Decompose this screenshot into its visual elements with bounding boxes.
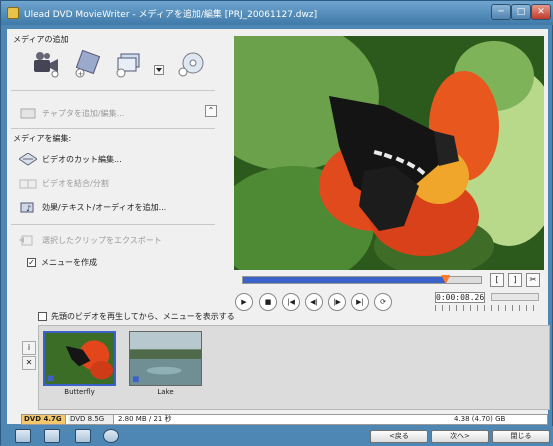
export-label: 選択したクリップをエクスポート	[42, 235, 162, 245]
svg-text:♪: ♪	[26, 204, 31, 213]
remove-button[interactable]: ✕	[22, 356, 36, 370]
edit-media-label: メディアを編集:	[13, 134, 72, 143]
add-edit-chapter-button[interactable]: チャプタを追加/編集...	[19, 105, 219, 121]
stop-button[interactable]: ■	[259, 293, 277, 311]
merge-split-icon	[19, 179, 37, 188]
go-to-start-button[interactable]: |◀	[282, 293, 300, 311]
previous-frame-button[interactable]: ◀|	[305, 293, 323, 311]
add-effects-button[interactable]: ♪ 効果/テキスト/オーディオを追加...	[19, 199, 219, 215]
clip-thumbnail-lake[interactable]	[129, 331, 202, 386]
play-first-checkbox[interactable]	[38, 311, 47, 321]
maximize-button[interactable]: □	[511, 4, 531, 20]
clip-label: Butterfly	[64, 388, 95, 396]
minimize-button[interactable]: ─	[491, 4, 511, 20]
import-disc-icon[interactable]	[176, 50, 206, 78]
effects-icon: ♪	[20, 202, 34, 213]
scissors-icon[interactable]: ✂	[526, 273, 540, 287]
trim-in-button[interactable]: [	[490, 273, 504, 287]
close-window-button[interactable]: ✕	[531, 4, 551, 20]
dropdown-arrow-icon[interactable]	[154, 65, 164, 75]
repeat-button[interactable]: ⟳	[374, 293, 392, 311]
info-button[interactable]: i	[22, 341, 36, 355]
help-icon[interactable]	[103, 429, 119, 443]
export-clip-button[interactable]: 選択したクリップをエクスポート	[19, 232, 219, 248]
capacity-bar: DVD 4.7G DVD 8.5G 2.80 MB / 21 秒 4.38 (4…	[21, 414, 548, 425]
divider	[11, 128, 215, 129]
seek-progress	[243, 277, 446, 283]
remaining-capacity: 4.38 (4.70) GB	[454, 415, 506, 423]
jog-ruler[interactable]	[435, 305, 539, 311]
project-icon[interactable]	[75, 429, 91, 443]
go-to-end-button[interactable]: ▶|	[351, 293, 369, 311]
dvd-4-7-button[interactable]: DVD 4.7G	[22, 415, 66, 424]
capture-video-icon[interactable]	[31, 50, 61, 78]
next-frame-button[interactable]: |▶	[328, 293, 346, 311]
cut-video-label: ビデオのカット編集...	[42, 154, 122, 164]
play-button[interactable]: ▶	[235, 293, 253, 311]
add-effects-label: 効果/テキスト/オーディオを追加...	[42, 202, 167, 212]
used-capacity: 2.80 MB / 21 秒	[118, 415, 172, 423]
next-button[interactable]: 次へ>	[431, 430, 489, 443]
add-video-files-icon[interactable]: +	[73, 50, 103, 78]
clip-thumbnail-butterfly[interactable]	[43, 331, 116, 386]
window-title: Ulead DVD MovieWriter - メディアを追加/編集 [PRJ_…	[24, 10, 318, 20]
trim-out-button[interactable]: ]	[508, 273, 522, 287]
cut-video-icon	[19, 152, 37, 166]
settings-icon[interactable]	[44, 429, 60, 443]
export-icon	[19, 235, 33, 245]
chapter-label: チャプタを追加/編集...	[42, 108, 125, 118]
merge-split-button[interactable]: ビデオを結合/分割	[19, 175, 219, 191]
play-first-label: 先頭のビデオを再生してから、メニューを表示する	[51, 311, 235, 321]
timecode-display[interactable]: 0:00:08.26	[435, 292, 485, 303]
play-first-option[interactable]: 先頭のビデオを再生してから、メニューを表示する	[38, 310, 338, 322]
create-menu-check[interactable]: ✓	[27, 257, 36, 267]
add-media-label: メディアの追加	[13, 35, 69, 44]
merge-split-label: ビデオを結合/分割	[42, 178, 109, 188]
chapter-icon	[20, 108, 36, 118]
add-slideshow-icon[interactable]	[115, 50, 145, 78]
app-window: Ulead DVD MovieWriter - メディアを追加/編集 [PRJ_…	[0, 0, 553, 446]
list-icon[interactable]	[15, 429, 31, 443]
dvd-8-5-button[interactable]: DVD 8.5G	[68, 415, 114, 424]
app-icon	[7, 7, 19, 19]
bottom-bar: <戻る 次へ> 閉じる	[1, 426, 553, 446]
svg-text:+: +	[78, 70, 84, 78]
divider	[11, 90, 215, 91]
create-menu-checkbox[interactable]: ✓ メニューを作成	[27, 254, 227, 270]
collapse-button[interactable]: ⌃	[205, 105, 217, 117]
cut-video-button[interactable]: ビデオのカット編集...	[19, 151, 219, 167]
media-tray[interactable]: Butterfly Lake	[38, 325, 550, 410]
close-button[interactable]: 閉じる	[492, 430, 550, 443]
seek-bar[interactable]	[242, 275, 482, 284]
back-button[interactable]: <戻る	[370, 430, 428, 443]
create-menu-label: メニューを作成	[41, 257, 97, 267]
clip-label: Lake	[157, 388, 174, 396]
volume-slider[interactable]	[491, 293, 539, 301]
title-bar[interactable]: Ulead DVD MovieWriter - メディアを追加/編集 [PRJ_…	[1, 1, 553, 25]
video-preview[interactable]	[234, 36, 544, 270]
divider	[11, 224, 215, 225]
